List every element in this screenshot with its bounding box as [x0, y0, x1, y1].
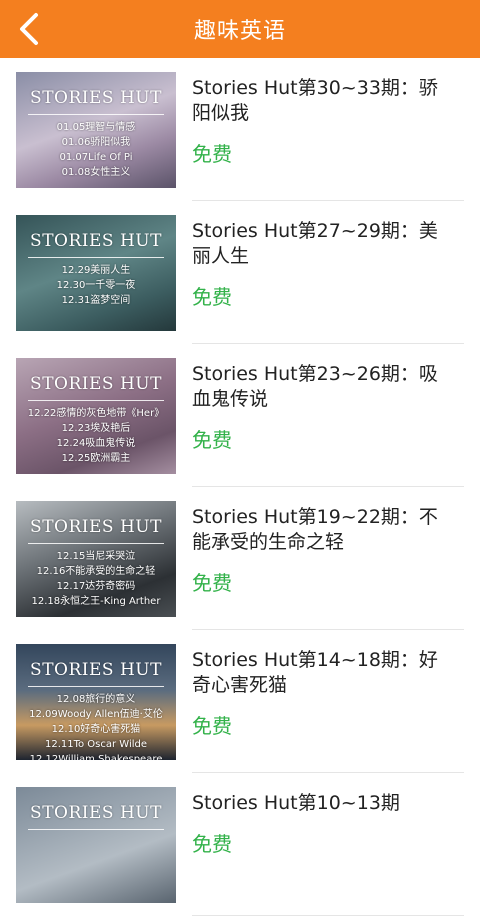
- thumbnail-episode-line: 12.25欧洲霸主: [61, 453, 131, 464]
- thumbnail-episode-lines: 12.15当尼采哭泣 12.16不能承受的生命之轻 12.17达芬奇密码 12.18永…: [16, 549, 176, 609]
- story-thumbnail[interactable]: STORIES HUT 12.29美丽人生 12.30一千零一夜 12.31盗梦空间: [16, 215, 176, 331]
- story-thumbnail[interactable]: STORIES HUT: [16, 787, 176, 903]
- list-item[interactable]: STORIES HUT 12.22感情的灰色地带《Her》 12.23埃及艳后 12…: [0, 344, 480, 487]
- thumbnail-episode-lines: 01.05理智与情感 01.06骄阳似我 01.07Life Of Pi 01.08女…: [16, 120, 176, 180]
- thumbnail-episode-line: 01.07Life Of Pi: [59, 152, 133, 163]
- list-item[interactable]: STORIES HUT 12.08旅行的意义 12.09Woody Allen伍迪…: [0, 630, 480, 773]
- thumbnail-episode-line: 12.31盗梦空间: [61, 295, 131, 306]
- thumbnail-rule: [28, 543, 164, 544]
- item-info: Stories Hut第19~22期：不能承受的生命之轻 免费: [192, 505, 452, 596]
- story-thumbnail[interactable]: STORIES HUT 12.22感情的灰色地带《Her》 12.23埃及艳后 12…: [16, 358, 176, 474]
- item-title[interactable]: Stories Hut第19~22期：不能承受的生命之轻: [192, 505, 452, 555]
- thumbnail-episode-line: 01.08女性主义: [61, 167, 131, 178]
- back-button[interactable]: [8, 8, 50, 50]
- thumbnail-episode-line: 12.22感情的灰色地带《Her》: [27, 408, 165, 419]
- thumbnail-rule: [28, 829, 164, 830]
- story-list[interactable]: STORIES HUT 01.05理智与情感 01.06骄阳似我 01.07Life…: [0, 58, 480, 916]
- item-title[interactable]: Stories Hut第30~33期：骄阳似我: [192, 76, 452, 126]
- page-title: 趣味英语: [193, 19, 286, 44]
- price-badge: 免费: [192, 714, 232, 738]
- item-info: Stories Hut第30~33期：骄阳似我 免费: [192, 76, 452, 167]
- thumbnail-episode-line: 12.12William Shakespeare: [29, 754, 163, 760]
- thumbnail-episode-line: 12.11To Oscar Wilde: [44, 739, 148, 750]
- price-badge: 免费: [192, 285, 232, 309]
- top-app-bar: 趣味英语: [0, 0, 480, 58]
- thumbnail-episode-line: 12.18永恒之王-King Arther: [31, 596, 161, 607]
- item-title[interactable]: Stories Hut第14~18期：好奇心害死猫: [192, 648, 452, 698]
- thumbnail-rule: [28, 400, 164, 401]
- thumbnail-episode-line: 12.09Woody Allen伍迪·艾伦: [29, 709, 163, 720]
- price-badge: 免费: [192, 832, 232, 856]
- item-info: Stories Hut第23~26期：吸血鬼传说 免费: [192, 362, 452, 453]
- item-info: Stories Hut第14~18期：好奇心害死猫 免费: [192, 648, 452, 739]
- thumbnail-episode-line: 01.05理智与情感: [56, 122, 136, 133]
- item-info: Stories Hut第10~13期 免费: [192, 791, 452, 857]
- list-item[interactable]: STORIES HUT Stories Hut第10~13期 免费: [0, 773, 480, 916]
- thumbnail-rule: [28, 686, 164, 687]
- thumbnail-brand: STORIES HUT: [30, 374, 162, 394]
- story-thumbnail[interactable]: STORIES HUT 01.05理智与情感 01.06骄阳似我 01.07Life…: [16, 72, 176, 188]
- thumbnail-episode-line: 12.23埃及艳后: [61, 423, 131, 434]
- item-title[interactable]: Stories Hut第10~13期: [192, 791, 452, 816]
- list-item[interactable]: STORIES HUT 01.05理智与情感 01.06骄阳似我 01.07Life…: [0, 58, 480, 201]
- item-title[interactable]: Stories Hut第23~26期：吸血鬼传说: [192, 362, 452, 412]
- story-thumbnail[interactable]: STORIES HUT 12.08旅行的意义 12.09Woody Allen伍迪…: [16, 644, 176, 760]
- thumbnail-rule: [28, 114, 164, 115]
- thumbnail-rule: [28, 257, 164, 258]
- thumbnail-episode-line: 12.17达芬奇密码: [56, 581, 136, 592]
- item-info: Stories Hut第27~29期：美丽人生 免费: [192, 219, 452, 310]
- thumbnail-brand: STORIES HUT: [30, 803, 162, 823]
- chevron-left-icon: [20, 13, 38, 45]
- list-item[interactable]: STORIES HUT 12.15当尼采哭泣 12.16不能承受的生命之轻 12.1…: [0, 487, 480, 630]
- thumbnail-episode-lines: 12.08旅行的意义 12.09Woody Allen伍迪·艾伦 12.10好奇心害…: [16, 692, 176, 760]
- thumbnail-brand: STORIES HUT: [30, 517, 162, 537]
- thumbnail-episode-lines: 12.22感情的灰色地带《Her》 12.23埃及艳后 12.24吸血鬼传说 12.2…: [16, 406, 176, 466]
- thumbnail-episode-lines: 12.29美丽人生 12.30一千零一夜 12.31盗梦空间: [16, 263, 176, 308]
- thumbnail-episode-line: 12.24吸血鬼传说: [56, 438, 136, 449]
- item-title[interactable]: Stories Hut第27~29期：美丽人生: [192, 219, 452, 269]
- thumbnail-episode-line: 12.10好奇心害死猫: [51, 724, 141, 735]
- price-badge: 免费: [192, 142, 232, 166]
- thumbnail-episode-line: 12.08旅行的意义: [56, 694, 136, 705]
- thumbnail-episode-line: 01.06骄阳似我: [61, 137, 131, 148]
- price-badge: 免费: [192, 571, 232, 595]
- story-thumbnail[interactable]: STORIES HUT 12.15当尼采哭泣 12.16不能承受的生命之轻 12.1…: [16, 501, 176, 617]
- thumbnail-episode-line: 12.16不能承受的生命之轻: [36, 566, 156, 577]
- thumbnail-brand: STORIES HUT: [30, 231, 162, 251]
- thumbnail-episode-line: 12.29美丽人生: [61, 265, 131, 276]
- thumbnail-episode-line: 12.30一千零一夜: [56, 280, 136, 291]
- list-item[interactable]: STORIES HUT 12.29美丽人生 12.30一千零一夜 12.31盗梦空间…: [0, 201, 480, 344]
- thumbnail-brand: STORIES HUT: [30, 88, 162, 108]
- price-badge: 免费: [192, 428, 232, 452]
- thumbnail-episode-line: 12.15当尼采哭泣: [56, 551, 136, 562]
- thumbnail-brand: STORIES HUT: [30, 660, 162, 680]
